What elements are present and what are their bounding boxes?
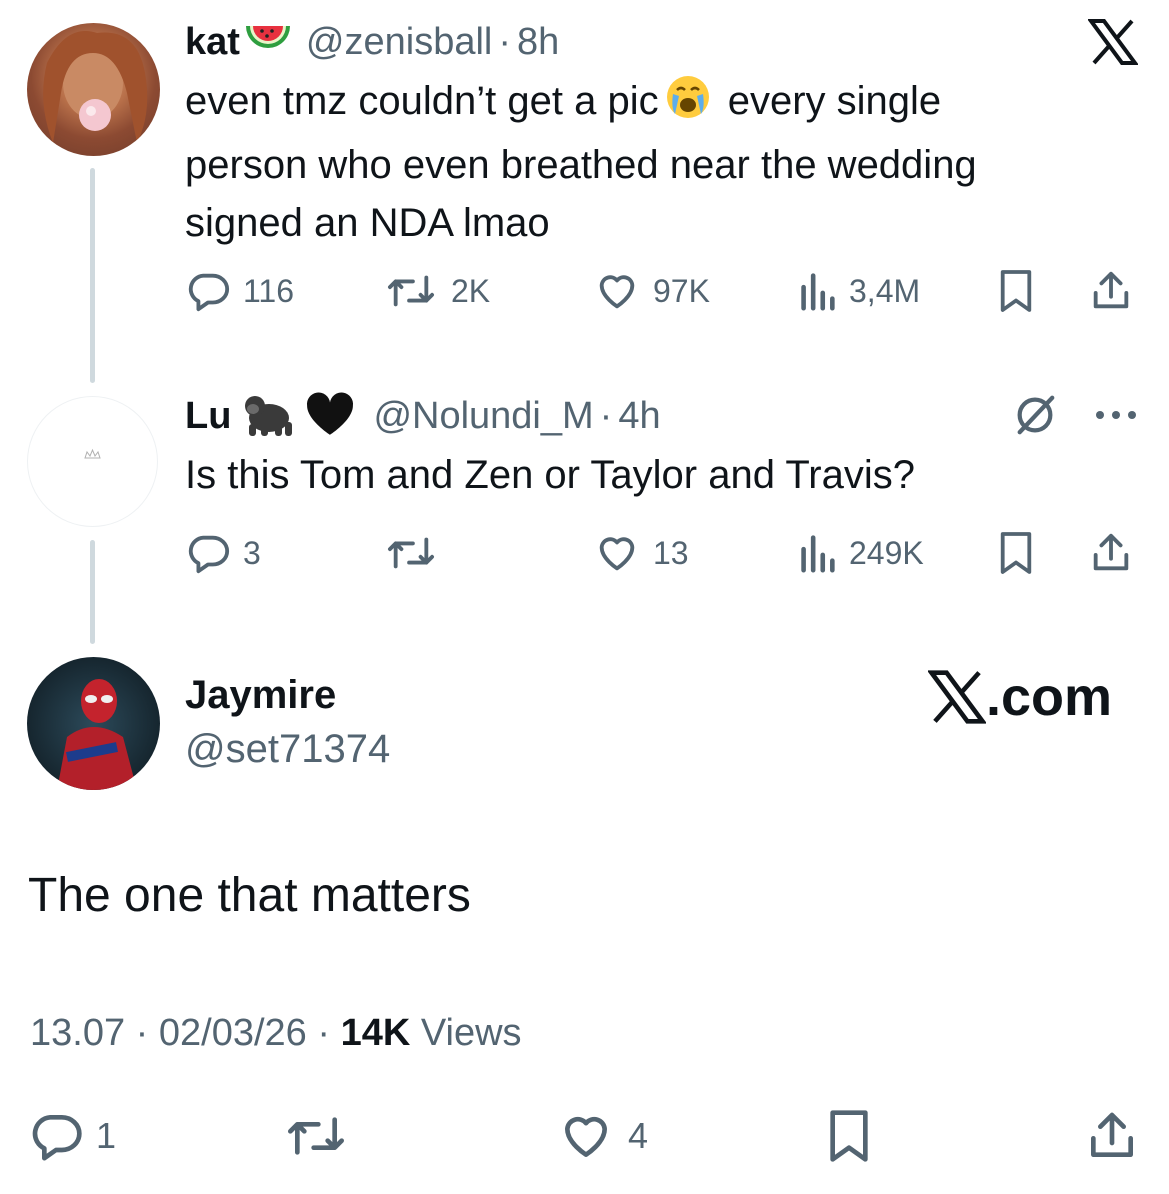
repost-button[interactable]: 2K: [383, 268, 490, 314]
brand-label: .com: [928, 666, 1112, 728]
separator-dot: ·: [599, 394, 613, 437]
tweet-text-line1: even tmz couldn’t get a pic: [185, 79, 659, 123]
views-button[interactable]: 249K: [797, 530, 924, 576]
repost-icon: [388, 537, 435, 569]
author-name[interactable]: Jaymire: [185, 673, 336, 718]
reply-icon: [188, 535, 230, 574]
share-icon: [1091, 1112, 1133, 1157]
share-icon: [1093, 271, 1129, 309]
tweet-text-line2: person who even breathed near the weddin…: [185, 143, 977, 187]
like-icon: [565, 1116, 607, 1157]
gorilla-icon: [239, 390, 299, 443]
like-button[interactable]: 4: [556, 1108, 648, 1164]
timestamp[interactable]: 4h: [618, 395, 660, 438]
share-button[interactable]: [1084, 1108, 1140, 1164]
tweet-text-line1-end: every single: [716, 79, 942, 123]
timestamp[interactable]: 8h: [517, 21, 559, 64]
views-button[interactable]: 3,4M: [797, 268, 920, 314]
reply-button[interactable]: 3: [185, 530, 261, 576]
like-icon: [599, 275, 635, 309]
views-icon: [801, 273, 835, 311]
reply-count: 116: [243, 272, 295, 309]
repost-button[interactable]: [383, 530, 451, 576]
x-logo-icon[interactable]: [1087, 18, 1139, 66]
share-icon: [1093, 533, 1129, 571]
grok-icon[interactable]: [1012, 392, 1058, 438]
reply-count: 1: [96, 1115, 117, 1156]
like-count: 97K: [653, 272, 710, 309]
like-icon: [599, 537, 635, 571]
reply-icon: [188, 273, 230, 312]
tweet-text: Is this Tom and Zen or Taylor and Travis…: [185, 453, 915, 497]
views-icon: [801, 535, 835, 573]
post-date[interactable]: 02/03/26: [159, 1012, 307, 1054]
reply-button[interactable]: 1: [28, 1108, 116, 1164]
repost-button[interactable]: [282, 1108, 362, 1164]
repost-icon: [288, 1117, 344, 1155]
crying-face-icon: [659, 74, 717, 136]
like-button[interactable]: 97K: [593, 268, 710, 314]
author-handle[interactable]: @Nolundi_M: [373, 395, 593, 438]
tweet-actions: 1 4: [28, 1108, 1140, 1164]
tweet-text: The one that matters: [28, 869, 471, 922]
author-handle[interactable]: @zenisball: [306, 21, 492, 64]
bookmark-icon: [830, 1110, 868, 1162]
bookmark-button[interactable]: [997, 268, 1035, 314]
tweet-actions: 3 13 249K: [185, 530, 1140, 578]
tweet-meta: 13.07 · 02/03/26 · 14K Views: [30, 1012, 522, 1055]
watermelon-icon: [244, 20, 292, 65]
avatar-jaymire[interactable]: [27, 657, 160, 790]
tweet-text-line3: signed an NDA lmao: [185, 201, 550, 245]
more-icon[interactable]: [1092, 405, 1140, 425]
views-count: 249K: [849, 534, 924, 571]
like-count: 4: [628, 1115, 649, 1156]
repost-icon: [388, 275, 435, 307]
reply-button[interactable]: 116: [185, 268, 294, 314]
views-label: Views: [410, 1012, 522, 1054]
x-logo-icon: [928, 670, 986, 724]
repost-count: 2K: [451, 272, 491, 309]
separator-dot: ·: [317, 1012, 331, 1054]
like-count: 13: [653, 534, 689, 571]
bookmark-icon: [1000, 532, 1032, 574]
brand-text: .com: [986, 667, 1113, 727]
thread-line-1: [90, 168, 95, 383]
bookmark-button[interactable]: [997, 530, 1035, 576]
share-button[interactable]: [1088, 268, 1134, 314]
separator-dot: ·: [498, 20, 512, 63]
avatar-kat[interactable]: [27, 23, 160, 156]
black-heart-icon: [305, 391, 355, 442]
tweet-actions: 116 2K 97K 3,4M: [185, 268, 1140, 316]
views-count: 3,4M: [849, 272, 921, 309]
author-handle[interactable]: @set71374: [185, 727, 390, 772]
like-button[interactable]: 13: [593, 530, 689, 576]
bookmark-button[interactable]: [824, 1108, 874, 1164]
thread-line-2: [90, 540, 95, 644]
author-name[interactable]: Lu: [185, 395, 231, 438]
author-name[interactable]: kat: [185, 21, 240, 64]
tweet-text: even tmz couldn’t get a pic every single…: [185, 72, 1145, 252]
bookmark-icon: [1000, 270, 1032, 312]
views-count: 14K: [340, 1012, 411, 1054]
separator-dot: ·: [135, 1012, 149, 1054]
post-time[interactable]: 13.07: [30, 1012, 125, 1054]
reply-count: 3: [243, 534, 261, 571]
avatar-lu[interactable]: [27, 396, 158, 527]
share-button[interactable]: [1088, 530, 1134, 576]
reply-icon: [32, 1115, 82, 1161]
